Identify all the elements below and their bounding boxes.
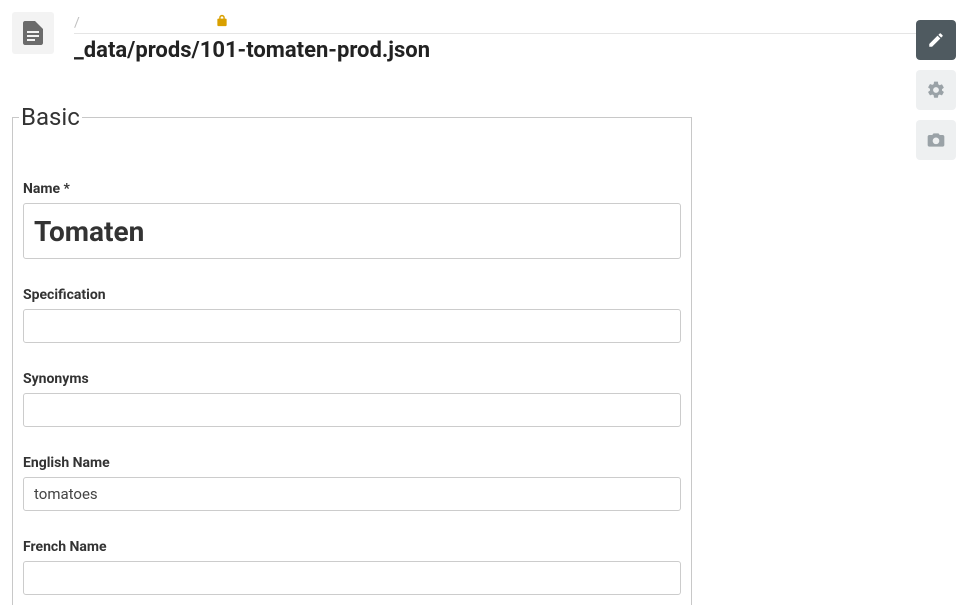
breadcrumb: / xyxy=(74,14,952,34)
field-name: Name * xyxy=(23,181,681,259)
specification-input[interactable] xyxy=(23,309,681,343)
gear-icon xyxy=(926,80,946,100)
field-specification: Specification xyxy=(23,287,681,343)
lock-icon xyxy=(216,14,228,31)
breadcrumb-separator: / xyxy=(74,15,80,31)
edit-button[interactable] xyxy=(916,20,956,60)
file-path: _data/prods/101-tomaten-prod.json xyxy=(74,38,952,63)
camera-icon xyxy=(926,131,946,149)
french-name-input[interactable] xyxy=(23,561,681,595)
english-name-label: English Name xyxy=(23,455,681,471)
header-row: / _data/prods/101-tomaten-prod.json xyxy=(0,0,964,63)
specification-label: Specification xyxy=(23,287,681,303)
preview-button[interactable] xyxy=(916,120,956,160)
form-area: Basic Name * Specification Synonyms Engl… xyxy=(0,63,964,605)
synonyms-label: Synonyms xyxy=(23,371,681,387)
name-label: Name * xyxy=(23,181,681,197)
fieldset-legend: Basic xyxy=(19,103,82,131)
header-main: / _data/prods/101-tomaten-prod.json xyxy=(74,12,952,63)
french-name-label: French Name xyxy=(23,539,681,555)
english-name-input[interactable] xyxy=(23,477,681,511)
settings-button[interactable] xyxy=(916,70,956,110)
field-french-name: French Name xyxy=(23,539,681,595)
basic-fieldset: Basic Name * Specification Synonyms Engl… xyxy=(12,103,692,605)
synonyms-input[interactable] xyxy=(23,393,681,427)
pencil-icon xyxy=(927,31,945,49)
field-synonyms: Synonyms xyxy=(23,371,681,427)
file-icon xyxy=(23,21,43,45)
action-rail xyxy=(916,20,956,160)
file-icon-box xyxy=(12,12,54,54)
field-english-name: English Name xyxy=(23,455,681,511)
name-input[interactable] xyxy=(23,203,681,259)
